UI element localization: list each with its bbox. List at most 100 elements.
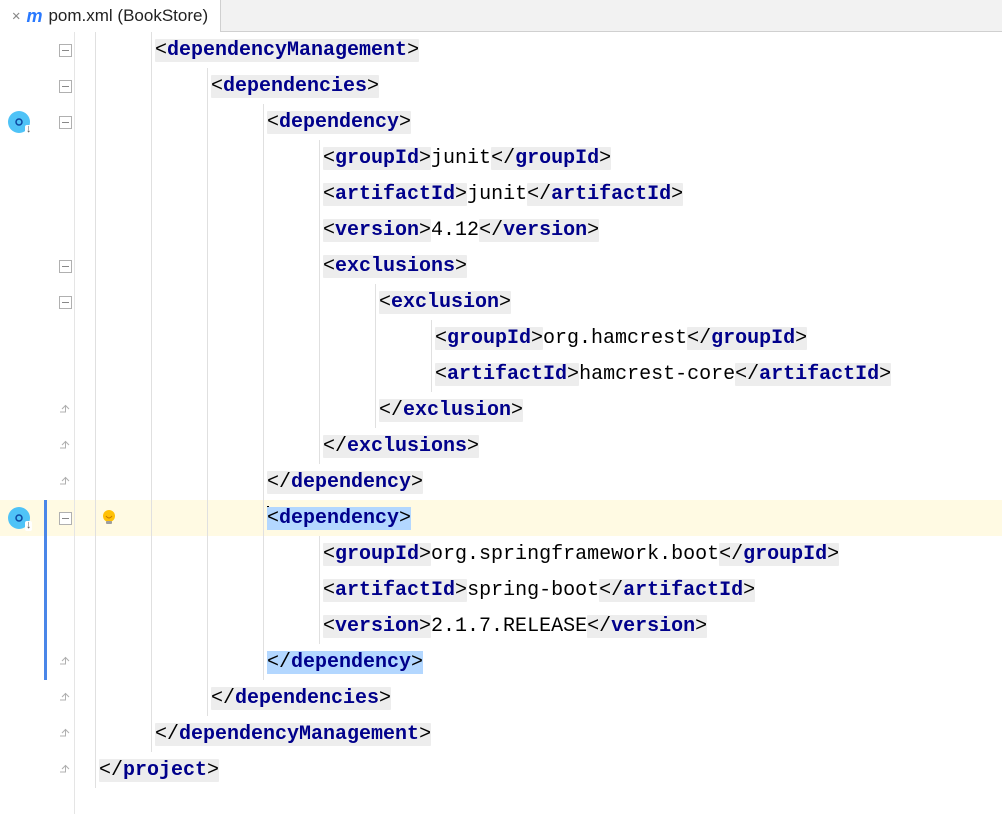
indent-guide — [207, 176, 208, 212]
code-content: <groupId>junit</groupId> — [323, 147, 611, 170]
indent-guide — [263, 644, 264, 680]
override-gutter-icon[interactable] — [8, 111, 30, 133]
indent-guide — [95, 644, 96, 680]
gutter-line[interactable] — [0, 680, 74, 716]
fold-collapse-icon[interactable] — [59, 512, 72, 525]
code-line[interactable]: </dependencyManagement> — [75, 716, 1002, 752]
code-content: <dependencyManagement> — [155, 39, 419, 62]
gutter-line[interactable] — [0, 428, 74, 464]
fold-collapse-icon[interactable] — [59, 44, 72, 57]
fold-end-icon[interactable] — [59, 692, 72, 705]
fold-end-icon[interactable] — [59, 440, 72, 453]
fold-end-icon[interactable] — [59, 404, 72, 417]
code-line[interactable]: <groupId>junit</groupId> — [75, 140, 1002, 176]
close-icon[interactable]: ✕ — [12, 8, 20, 25]
indent-guide — [319, 356, 320, 392]
gutter-line[interactable] — [0, 752, 74, 788]
gutter-line[interactable] — [0, 644, 74, 680]
gutter-line[interactable] — [0, 320, 74, 356]
code-content: </dependencyManagement> — [155, 723, 431, 746]
indent-guide — [263, 320, 264, 356]
gutter-line[interactable] — [0, 284, 74, 320]
fold-collapse-icon[interactable] — [59, 80, 72, 93]
gutter-line[interactable] — [0, 392, 74, 428]
code-line[interactable]: </exclusions> — [75, 428, 1002, 464]
code-line[interactable]: <dependency> — [75, 104, 1002, 140]
code-content: </exclusions> — [323, 435, 479, 458]
indent-guide — [151, 320, 152, 356]
code-line[interactable]: </dependencies> — [75, 680, 1002, 716]
gutter-line[interactable] — [0, 536, 74, 572]
gutter-line[interactable] — [0, 464, 74, 500]
indent-guide — [207, 536, 208, 572]
code-line[interactable]: <dependencies> — [75, 68, 1002, 104]
indent-guide — [207, 500, 208, 536]
fold-collapse-icon[interactable] — [59, 296, 72, 309]
code-line[interactable]: <artifactId>hamcrest-core</artifactId> — [75, 356, 1002, 392]
gutter-line[interactable] — [0, 608, 74, 644]
code-line[interactable]: <dependency> — [75, 500, 1002, 536]
indent-guide — [319, 572, 320, 608]
maven-file-icon: m — [26, 6, 42, 27]
indent-guide — [151, 428, 152, 464]
intention-bulb-icon[interactable] — [99, 508, 119, 528]
change-marker — [44, 644, 47, 680]
gutter-line[interactable] — [0, 356, 74, 392]
code-line[interactable]: </project> — [75, 752, 1002, 788]
gutter-line[interactable] — [0, 248, 74, 284]
indent-guide — [95, 212, 96, 248]
gutter-line[interactable] — [0, 32, 74, 68]
code-line[interactable]: <artifactId>junit</artifactId> — [75, 176, 1002, 212]
indent-guide — [263, 572, 264, 608]
indent-guide — [95, 248, 96, 284]
indent-guide — [207, 608, 208, 644]
code-line[interactable]: </dependency> — [75, 644, 1002, 680]
fold-collapse-icon[interactable] — [59, 260, 72, 273]
code-line[interactable]: <artifactId>spring-boot</artifactId> — [75, 572, 1002, 608]
indent-guide — [151, 212, 152, 248]
indent-guide — [151, 392, 152, 428]
indent-guide — [263, 140, 264, 176]
fold-collapse-icon[interactable] — [59, 116, 72, 129]
indent-guide — [263, 104, 264, 140]
gutter-line[interactable] — [0, 104, 74, 140]
indent-guide — [151, 32, 152, 68]
indent-guide — [151, 68, 152, 104]
code-line[interactable]: <version>4.12</version> — [75, 212, 1002, 248]
gutter-line[interactable] — [0, 716, 74, 752]
fold-end-icon[interactable] — [59, 656, 72, 669]
indent-guide — [95, 680, 96, 716]
gutter-line[interactable] — [0, 500, 74, 536]
code-area[interactable]: <dependencyManagement><dependencies><dep… — [75, 32, 1002, 814]
indent-guide — [95, 32, 96, 68]
indent-guide — [95, 608, 96, 644]
fold-end-icon[interactable] — [59, 728, 72, 741]
code-line[interactable]: </dependency> — [75, 464, 1002, 500]
code-content: </dependency> — [267, 651, 423, 674]
gutter-line[interactable] — [0, 212, 74, 248]
code-line[interactable]: <dependencyManagement> — [75, 32, 1002, 68]
indent-guide — [95, 356, 96, 392]
indent-guide — [207, 68, 208, 104]
editor-tab[interactable]: ✕ m pom.xml (BookStore) — [0, 0, 221, 32]
gutter-line[interactable] — [0, 176, 74, 212]
code-line[interactable]: </exclusion> — [75, 392, 1002, 428]
code-line[interactable]: <version>2.1.7.RELEASE</version> — [75, 608, 1002, 644]
fold-end-icon[interactable] — [59, 476, 72, 489]
code-line[interactable]: <exclusion> — [75, 284, 1002, 320]
code-content: </dependencies> — [211, 687, 391, 710]
editor-gutter[interactable] — [0, 32, 75, 814]
fold-end-icon[interactable] — [59, 764, 72, 777]
gutter-line[interactable] — [0, 140, 74, 176]
code-line[interactable]: <groupId>org.hamcrest</groupId> — [75, 320, 1002, 356]
indent-guide — [151, 176, 152, 212]
gutter-line[interactable] — [0, 572, 74, 608]
code-line[interactable]: <groupId>org.springframework.boot</group… — [75, 536, 1002, 572]
code-line[interactable]: <exclusions> — [75, 248, 1002, 284]
indent-guide — [151, 608, 152, 644]
indent-guide — [151, 356, 152, 392]
override-gutter-icon[interactable] — [8, 507, 30, 529]
indent-guide — [207, 320, 208, 356]
gutter-line[interactable] — [0, 68, 74, 104]
indent-guide — [95, 104, 96, 140]
